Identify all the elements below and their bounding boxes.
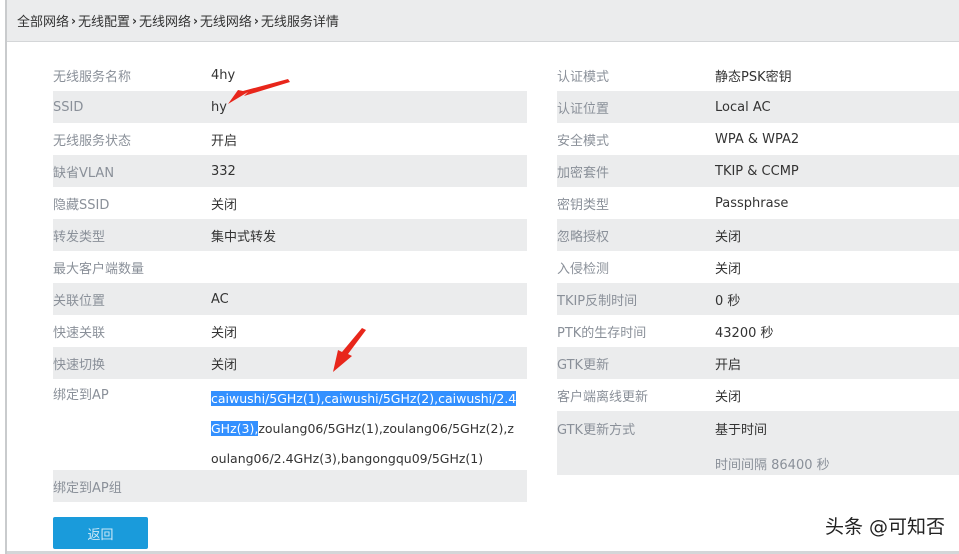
field-label: 密钥类型 — [557, 197, 610, 213]
info-row: 客户端离线更新 关闭 — [557, 379, 959, 411]
breadcrumb-item[interactable]: 无线网络 — [200, 11, 252, 30]
field-label: 认证模式 — [557, 69, 610, 85]
field-value: AC — [211, 291, 229, 307]
field-value: 集中式转发 — [211, 229, 277, 245]
field-label: TKIP反制时间 — [557, 293, 638, 309]
info-row: 无线服务状态 开启 — [53, 123, 527, 155]
field-label: 快速关联 — [53, 325, 106, 341]
field-label: PTK的生存时间 — [557, 325, 647, 341]
field-label: 忽略授权 — [557, 229, 610, 245]
info-row: GTK更新 开启 — [557, 347, 959, 379]
info-row: 快速切换 关闭 — [53, 347, 527, 379]
info-row: 安全模式 WPA & WPA2 — [557, 123, 959, 155]
field-label: 隐藏SSID — [53, 197, 110, 213]
info-row: 隐藏SSID 关闭 — [53, 187, 527, 219]
chevron-right-icon: › — [71, 13, 76, 28]
info-row: 忽略授权 关闭 — [557, 219, 959, 251]
field-value: 关闭 — [715, 389, 742, 405]
breadcrumb-current: 无线服务详情 — [260, 15, 339, 30]
left-border — [0, 0, 7, 554]
security-info-table-right: 认证模式 静态PSK密钥认证位置 Local AC 安全模式 WPA & WPA2 加密套… — [557, 59, 959, 475]
field-label: GTK更新 — [557, 357, 610, 373]
info-row: PTK的生存时间 43200 秒 — [557, 315, 959, 347]
field-label: 绑定到AP组 — [53, 480, 122, 496]
field-value: 4hy — [211, 67, 236, 83]
gtk-mode-row: GTK更新方式 基于时间时间间隔 86400 秒 — [557, 411, 959, 475]
field-value: Local AC — [715, 99, 771, 115]
chevron-right-icon: › — [192, 13, 198, 28]
field-label: 转发类型 — [53, 229, 106, 245]
info-row: 缺省VLAN 332 — [53, 155, 527, 187]
field-value: 0 秒 — [715, 293, 741, 309]
back-button[interactable]: 返回 — [53, 517, 148, 549]
info-row: 快速关联 关闭 — [53, 315, 527, 347]
field-label: 关联位置 — [53, 293, 106, 309]
field-value: TKIP & CCMP — [715, 163, 799, 179]
info-row: SSID hy — [53, 91, 527, 123]
field-label: GTK更新方式 — [557, 423, 636, 438]
info-row: 关联位置 AC — [53, 283, 527, 315]
field-label: 快速切换 — [53, 357, 106, 373]
bound-ap-list[interactable]: caiwushi/5GHz(1),caiwushi/5GHz(2),caiwus… — [211, 384, 521, 474]
info-row: 转发类型 集中式转发 — [53, 219, 527, 251]
field-value: 43200 秒 — [715, 325, 774, 341]
field-value: 基于时间 — [715, 423, 768, 438]
breadcrumb: 全部网络 › 无线配置 › 无线网络 › 无线网络 › 无线服务详情 — [7, 0, 959, 42]
field-label: 加密套件 — [557, 165, 610, 181]
field-value: 开启 — [211, 133, 238, 149]
info-row: 最大客户端数量 — [53, 251, 527, 283]
info-row: 加密套件 TKIP & CCMP — [557, 155, 959, 187]
field-label: 无线服务名称 — [53, 69, 132, 85]
field-label: 绑定到AP — [53, 388, 109, 403]
info-row: 入侵检测 关闭 — [557, 251, 959, 283]
bind-ap-group-row: 绑定到AP组 — [53, 470, 527, 502]
field-value: 关闭 — [211, 325, 238, 341]
info-row: 认证位置 Local AC — [557, 91, 959, 123]
field-value: Passphrase — [715, 195, 789, 211]
field-label: 无线服务状态 — [53, 133, 132, 149]
info-row: 密钥类型 Passphrase — [557, 187, 959, 219]
field-value: 332 — [211, 163, 236, 179]
chevron-right-icon: › — [131, 13, 137, 28]
breadcrumb-item[interactable]: 无线网络 — [139, 11, 191, 30]
field-label: SSID — [53, 99, 84, 115]
field-value: hy — [211, 99, 227, 115]
field-value: WPA & WPA2 — [715, 131, 800, 147]
field-value: 关闭 — [715, 261, 742, 277]
chevron-right-icon: › — [253, 13, 259, 28]
breadcrumb-item[interactable]: 无线配置 — [78, 11, 130, 30]
info-row: 无线服务名称 4hy — [53, 59, 527, 91]
info-row: TKIP反制时间 0 秒 — [557, 283, 959, 315]
field-label: 入侵检测 — [557, 261, 610, 277]
breadcrumb-item[interactable]: 全部网络 — [17, 11, 69, 30]
watermark: 头条 @可知否 — [824, 516, 945, 538]
field-label: 客户端离线更新 — [557, 389, 649, 405]
field-value: 关闭 — [211, 197, 238, 213]
field-label: 缺省VLAN — [53, 165, 115, 181]
field-label: 最大客户端数量 — [53, 261, 145, 277]
info-row: 认证模式 静态PSK密钥 — [557, 59, 959, 91]
field-value: 关闭 — [715, 229, 742, 245]
field-value: 关闭 — [211, 357, 238, 373]
service-info-table-left: 无线服务名称 4hy SSID hy 无线服务状态 开启缺省VLAN 332 隐藏SSID 关闭… — [53, 59, 527, 502]
gtk-interval: 时间间隔 86400 秒 — [715, 458, 830, 473]
field-value: 开启 — [715, 357, 742, 373]
field-label: 安全模式 — [557, 133, 610, 149]
bind-ap-row: 绑定到AP caiwushi/5GHz(1),caiwushi/5GHz(2),c… — [53, 379, 527, 470]
field-value: 静态PSK密钥 — [715, 69, 792, 85]
field-label: 认证位置 — [557, 101, 610, 117]
